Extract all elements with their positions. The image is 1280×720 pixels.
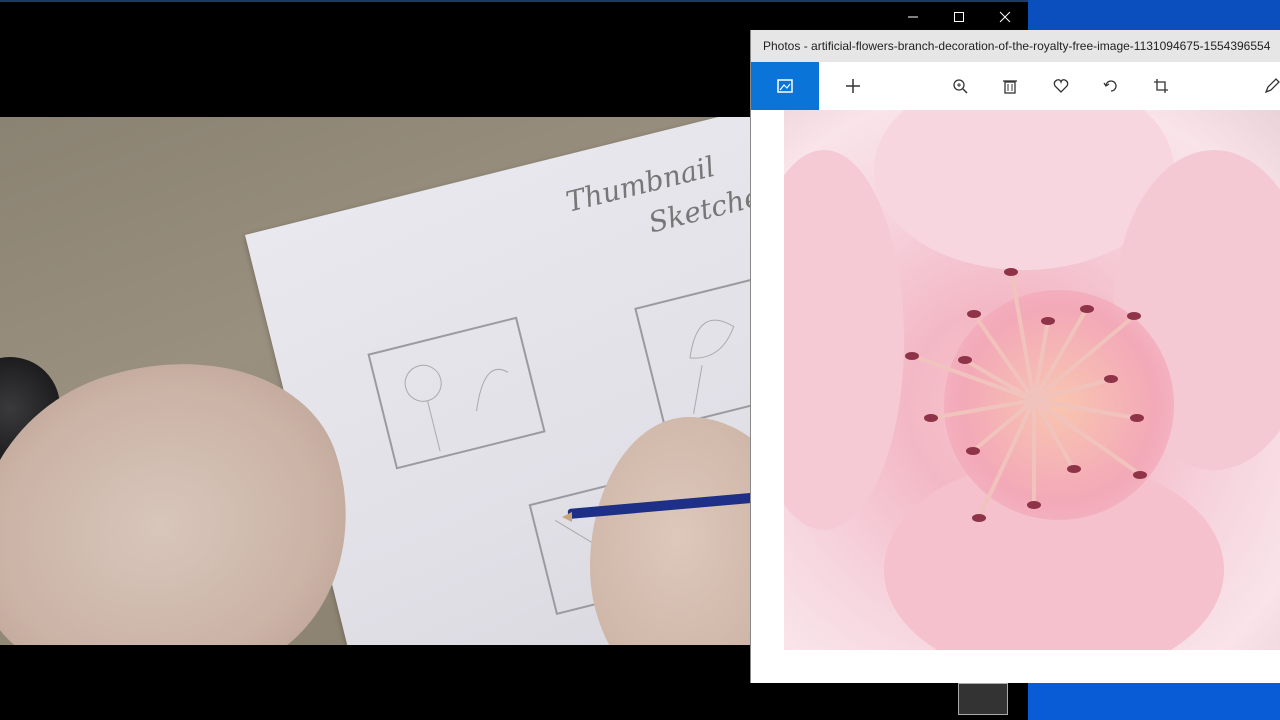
zoom-in-icon <box>953 79 968 94</box>
delete-icon <box>1003 80 1017 94</box>
flower-sketch-icon <box>404 364 509 452</box>
minimize-button[interactable] <box>890 0 936 34</box>
crop-button[interactable] <box>1141 62 1181 110</box>
maximize-button[interactable] <box>936 0 982 34</box>
photos-app-window: Photos - artificial-flowers-branch-decor… <box>751 30 1280 683</box>
add-button[interactable] <box>833 62 873 110</box>
video-frame[interactable]: Thumbnail Sketches <box>0 117 750 645</box>
thumbnail-sketch-1 <box>367 316 546 470</box>
edit-icon <box>1264 78 1280 94</box>
maximize-icon <box>954 12 964 22</box>
anther <box>1004 267 1019 276</box>
delete-button[interactable] <box>990 62 1030 110</box>
anther <box>966 309 981 318</box>
anther <box>923 414 938 423</box>
anther <box>972 513 987 522</box>
anther <box>904 351 919 360</box>
zoom-in-button[interactable] <box>940 62 980 110</box>
gallery-button[interactable] <box>751 62 819 110</box>
edit-button[interactable] <box>1257 62 1280 110</box>
pencil-tip <box>562 512 572 522</box>
photos-title: Photos - artificial-flowers-branch-decor… <box>751 30 1280 62</box>
anther <box>957 356 972 364</box>
rotate-button[interactable] <box>1091 62 1131 110</box>
close-button[interactable] <box>982 0 1028 34</box>
flower-sketch-icon <box>689 319 735 414</box>
photos-toolbar <box>751 62 1280 110</box>
favorite-button[interactable] <box>1041 62 1081 110</box>
anther <box>1027 501 1041 509</box>
close-icon <box>999 11 1011 23</box>
anther <box>1079 305 1094 314</box>
photo-viewer-image[interactable] <box>784 110 1280 650</box>
taskbar-thumbnail[interactable] <box>958 683 1008 715</box>
crop-icon <box>1154 79 1168 93</box>
window-caption-buttons <box>890 0 1028 34</box>
anther <box>1133 470 1148 479</box>
heart-icon <box>1053 79 1069 93</box>
stamen <box>1032 400 1036 505</box>
minimize-icon <box>908 16 918 18</box>
add-icon <box>846 79 860 93</box>
thumbnail-sketch-2 <box>634 278 750 429</box>
rotate-icon <box>1103 80 1117 92</box>
gallery-icon <box>777 79 793 93</box>
